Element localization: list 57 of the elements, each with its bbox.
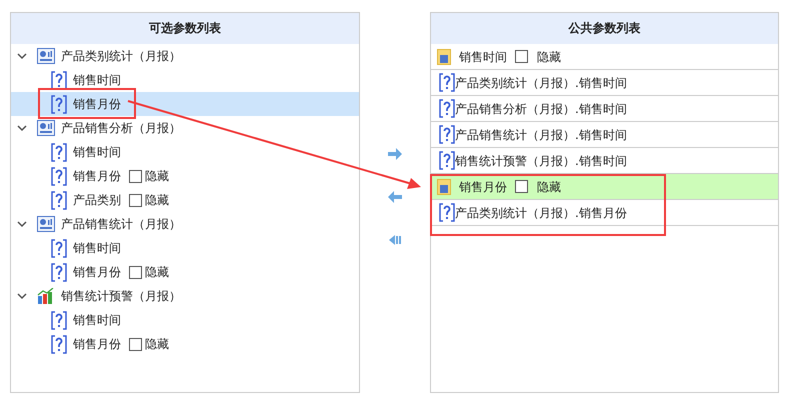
parameter-icon <box>51 334 67 354</box>
checkbox-label[interactable]: 隐藏 <box>145 335 169 353</box>
checkbox[interactable] <box>515 50 528 63</box>
tree-item[interactable]: 销售月份 隐藏 <box>11 332 359 356</box>
checkbox[interactable] <box>129 194 142 206</box>
bar-chart-icon <box>37 288 55 304</box>
list-row[interactable]: 产品销售统计（月报）.销售时间 <box>431 122 778 148</box>
checkbox[interactable] <box>129 266 142 278</box>
parameter-group-icon <box>437 48 451 64</box>
tree-item[interactable]: 产品销售分析（月报） <box>11 116 359 140</box>
chevron-icon[interactable] <box>17 292 27 300</box>
tree-item[interactable]: 销售统计预警（月报） <box>11 284 359 308</box>
chevron-icon[interactable] <box>17 52 27 60</box>
checkbox-label[interactable]: 隐藏 <box>145 167 169 185</box>
tree-item[interactable]: 销售时间 <box>11 236 359 260</box>
report-icon <box>37 216 55 232</box>
checkbox-label[interactable]: 隐藏 <box>145 191 169 209</box>
list-row[interactable]: 产品类别统计（月报）.销售月份 <box>431 200 778 226</box>
parameter-group-icon <box>437 178 451 194</box>
tree-item[interactable]: 销售时间 <box>11 308 359 332</box>
panel-title: 公共参数列表 <box>431 13 778 44</box>
parameter-icon <box>439 73 455 92</box>
checkbox[interactable] <box>129 170 142 182</box>
checkbox[interactable] <box>129 338 142 350</box>
report-icon <box>37 48 55 64</box>
parameter-icon <box>51 166 67 186</box>
parameter-icon <box>439 151 455 170</box>
panel-title: 可选参数列表 <box>11 13 359 44</box>
tree-item[interactable]: 销售月份 隐藏 <box>11 260 359 284</box>
chevron-icon[interactable] <box>17 220 27 228</box>
chevron-icon[interactable] <box>17 124 27 132</box>
list-row[interactable]: 产品类别统计（月报）.销售时间 <box>431 70 778 96</box>
list-row[interactable]: 销售月份 隐藏 <box>431 174 778 200</box>
tree-item[interactable]: 销售月份 <box>11 92 359 116</box>
tree-item[interactable]: 产品类别统计（月报） <box>11 44 359 68</box>
parameter-icon <box>439 125 455 144</box>
parameter-icon <box>51 310 67 330</box>
tree-item[interactable]: 销售月份 隐藏 <box>11 164 359 188</box>
checkbox-label[interactable]: 隐藏 <box>145 263 169 281</box>
checkbox[interactable] <box>515 180 528 193</box>
tree-item[interactable]: 产品销售统计（月报） <box>11 212 359 236</box>
parameter-icon <box>51 142 67 162</box>
parameter-icon <box>439 203 455 222</box>
parameter-icon <box>51 70 67 90</box>
tree-item[interactable]: 销售时间 <box>11 68 359 92</box>
parameter-icon <box>51 262 67 282</box>
tree-item[interactable]: 产品类别 隐藏 <box>11 188 359 212</box>
parameter-icon <box>51 190 67 210</box>
parameter-icon <box>51 94 67 114</box>
checkbox-label[interactable]: 隐藏 <box>537 48 561 66</box>
list-row[interactable]: 产品销售分析（月报）.销售时间 <box>431 96 778 122</box>
checkbox-label[interactable]: 隐藏 <box>537 178 561 196</box>
parameter-icon <box>439 99 455 118</box>
report-icon <box>37 120 55 136</box>
tree-item[interactable]: 销售时间 <box>11 140 359 164</box>
parameter-icon <box>51 238 67 258</box>
list-row[interactable]: 销售时间 隐藏 <box>431 44 778 70</box>
